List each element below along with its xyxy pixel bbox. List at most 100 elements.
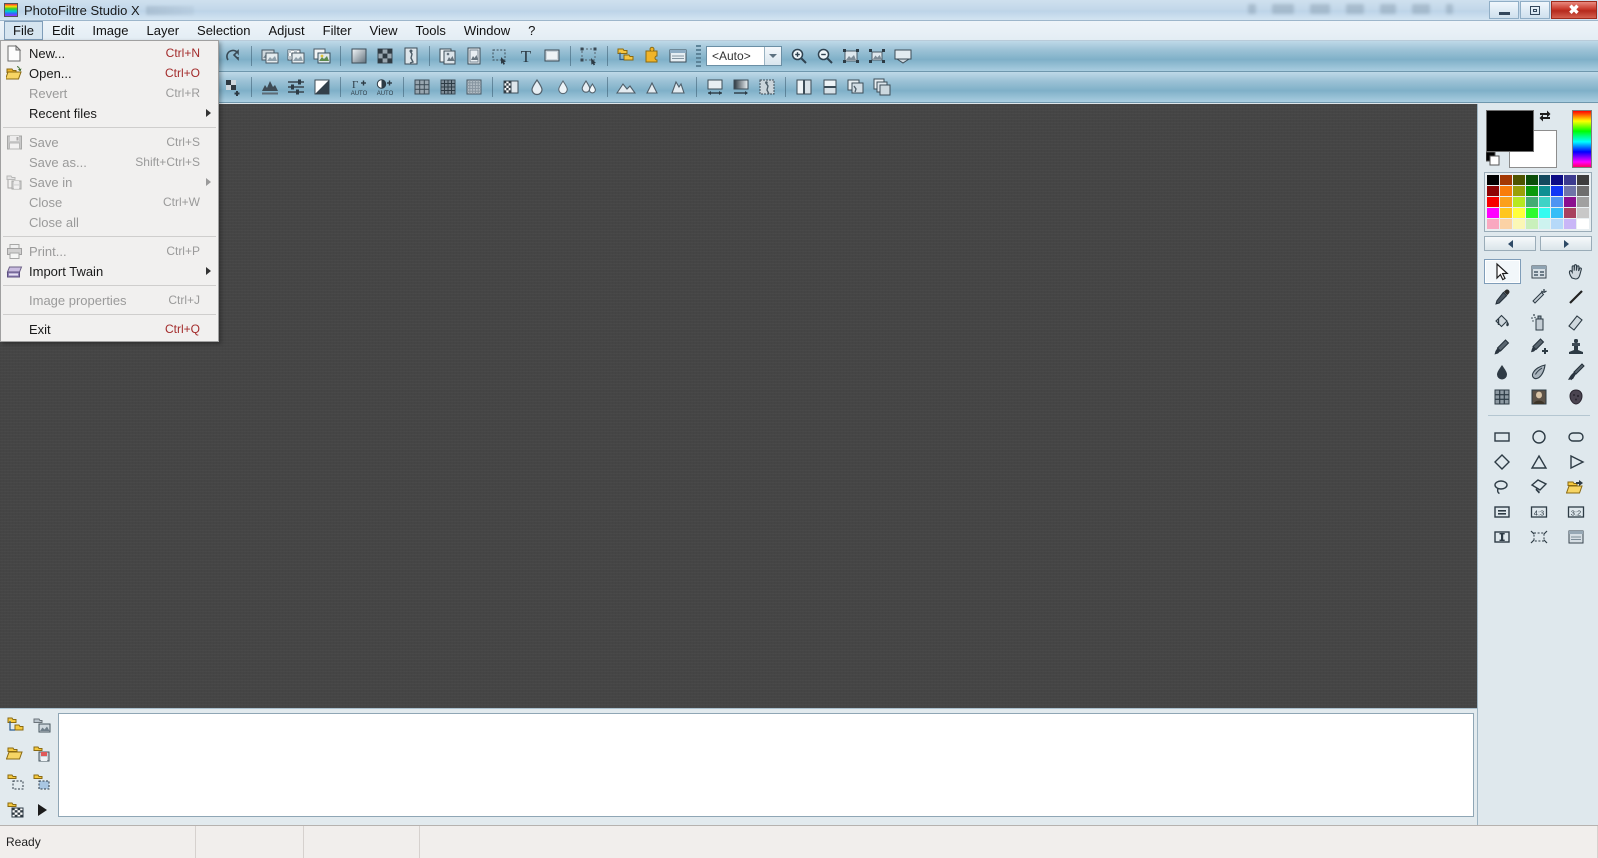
menu-file[interactable]: File: [4, 21, 43, 40]
palette-swatch[interactable]: [1538, 219, 1551, 229]
menu-window[interactable]: Window: [455, 21, 519, 40]
drop-single-icon[interactable]: [524, 74, 550, 100]
mountain-wide-icon[interactable]: [613, 74, 639, 100]
palette-next-icon[interactable]: [1540, 236, 1592, 251]
dock-content-panel[interactable]: [58, 713, 1474, 817]
line-tool-icon[interactable]: [1557, 284, 1594, 309]
add-layer-icon[interactable]: [220, 74, 246, 100]
image-merge-icon[interactable]: [843, 74, 869, 100]
spray-can-icon[interactable]: [1521, 309, 1558, 334]
menu-item-open[interactable]: Open... Ctrl+O: [1, 63, 218, 83]
folder-open-icon[interactable]: [4, 741, 28, 767]
fit-to-window-icon[interactable]: [838, 43, 864, 69]
palette-swatch[interactable]: [1538, 175, 1551, 185]
image-export-icon[interactable]: [309, 43, 335, 69]
grid-medium-icon[interactable]: [435, 74, 461, 100]
menu-item-recent-files[interactable]: Recent files: [1, 103, 218, 123]
image-paste-icon[interactable]: [539, 43, 565, 69]
portrait-photo-icon[interactable]: [1521, 384, 1558, 409]
palette-swatch[interactable]: [1487, 197, 1499, 207]
palette-swatch[interactable]: [1512, 197, 1525, 207]
rounded-rect-shape-icon[interactable]: [1557, 424, 1594, 449]
menu-layer[interactable]: Layer: [138, 21, 189, 40]
lasso-shape-icon[interactable]: [1484, 474, 1521, 499]
palette-swatch[interactable]: [1551, 175, 1564, 185]
foreground-color-swatch[interactable]: [1486, 110, 1534, 152]
menu-item-import-twain[interactable]: Import Twain: [1, 261, 218, 281]
canvas-workspace[interactable]: [0, 104, 1477, 708]
levels-sliders-icon[interactable]: [283, 74, 309, 100]
chevron-down-icon[interactable]: [764, 47, 781, 65]
grid-coarse-icon[interactable]: [409, 74, 435, 100]
diamond-shape-icon[interactable]: [1484, 449, 1521, 474]
expand-selection-icon[interactable]: [1521, 524, 1558, 549]
file-menu-dropdown[interactable]: New... Ctrl+N Open... Ctrl+O Revert Ctrl+R Rec…: [0, 40, 219, 342]
checkerboard-icon[interactable]: [372, 43, 398, 69]
menu-selection[interactable]: Selection: [188, 21, 259, 40]
image-copy-icon[interactable]: [435, 43, 461, 69]
menu-filter[interactable]: Filter: [314, 21, 361, 40]
selection-marquee-icon[interactable]: [487, 43, 513, 69]
pointer-select-icon[interactable]: [1484, 259, 1521, 284]
palette-prev-icon[interactable]: [1484, 236, 1536, 251]
text-tool-icon[interactable]: T: [513, 43, 539, 69]
properties-panel-icon[interactable]: [665, 43, 691, 69]
palette-swatch[interactable]: [1564, 175, 1577, 185]
vertical-bar-icon[interactable]: [1484, 524, 1521, 549]
palette-swatch[interactable]: [1487, 219, 1499, 229]
histogram-icon[interactable]: [257, 74, 283, 100]
load-selection-icon[interactable]: [1557, 474, 1594, 499]
palette-swatch[interactable]: [1487, 208, 1499, 218]
redo-arrow-icon[interactable]: [220, 43, 246, 69]
palette-swatch[interactable]: [1512, 186, 1525, 196]
mountain-narrow-icon[interactable]: [639, 74, 665, 100]
book-pages-icon[interactable]: [791, 74, 817, 100]
ratio-4-3-icon[interactable]: 4:3: [1521, 499, 1558, 524]
palette-swatch[interactable]: [1577, 219, 1589, 229]
palette-swatch[interactable]: [1512, 175, 1525, 185]
palette-swatch[interactable]: [1525, 186, 1538, 196]
palette-swatch[interactable]: [1577, 208, 1589, 218]
gradient-bar-icon[interactable]: [728, 74, 754, 100]
folder-mask-icon[interactable]: [30, 769, 54, 795]
zoom-in-icon[interactable]: [786, 43, 812, 69]
drop-double-icon[interactable]: [576, 74, 602, 100]
default-colors-icon[interactable]: [1485, 151, 1500, 166]
broom-clean-icon[interactable]: [1557, 359, 1594, 384]
palette-swatch[interactable]: [1538, 186, 1551, 196]
resize-width-icon[interactable]: [702, 74, 728, 100]
paintbrush-icon[interactable]: [1484, 334, 1521, 359]
palette-swatch[interactable]: [1499, 197, 1512, 207]
palette-swatch[interactable]: [1551, 186, 1564, 196]
ratio-3-2-icon[interactable]: 3:2: [1557, 499, 1594, 524]
folder-tree-open-icon[interactable]: [4, 713, 28, 739]
halftone-icon[interactable]: [498, 74, 524, 100]
image-transparency-icon[interactable]: [283, 43, 309, 69]
polygon-shape-icon[interactable]: [1521, 474, 1558, 499]
menu-edit[interactable]: Edit: [43, 21, 83, 40]
palette-swatch[interactable]: [1577, 186, 1589, 196]
triangle-right-icon[interactable]: [1557, 449, 1594, 474]
drop-small-icon[interactable]: [550, 74, 576, 100]
minimize-button[interactable]: [1489, 1, 1519, 19]
palette-swatch[interactable]: [1564, 186, 1577, 196]
palette-swatch[interactable]: [1487, 175, 1499, 185]
eraser-icon[interactable]: [1557, 309, 1594, 334]
zoom-out-icon[interactable]: [812, 43, 838, 69]
menu-item-exit[interactable]: Exit Ctrl+Q: [1, 319, 218, 339]
circle-shape-icon[interactable]: [1521, 424, 1558, 449]
folder-save-icon[interactable]: [30, 741, 54, 767]
palette-swatch[interactable]: [1499, 175, 1512, 185]
palette-swatch[interactable]: [1538, 208, 1551, 218]
grid-overlay-icon[interactable]: [1484, 384, 1521, 409]
paint-bucket-icon[interactable]: [1484, 309, 1521, 334]
zoom-level-combobox[interactable]: <Auto>: [706, 46, 782, 66]
palette-swatch[interactable]: [1538, 197, 1551, 207]
page-split-icon[interactable]: [817, 74, 843, 100]
menu-help[interactable]: ?: [519, 21, 544, 40]
palette-swatch[interactable]: [1525, 208, 1538, 218]
image-duplicate-icon[interactable]: [257, 43, 283, 69]
puzzle-plugin-icon[interactable]: [639, 43, 665, 69]
palette-swatch[interactable]: [1487, 186, 1499, 196]
palette-swatch[interactable]: [1499, 219, 1512, 229]
